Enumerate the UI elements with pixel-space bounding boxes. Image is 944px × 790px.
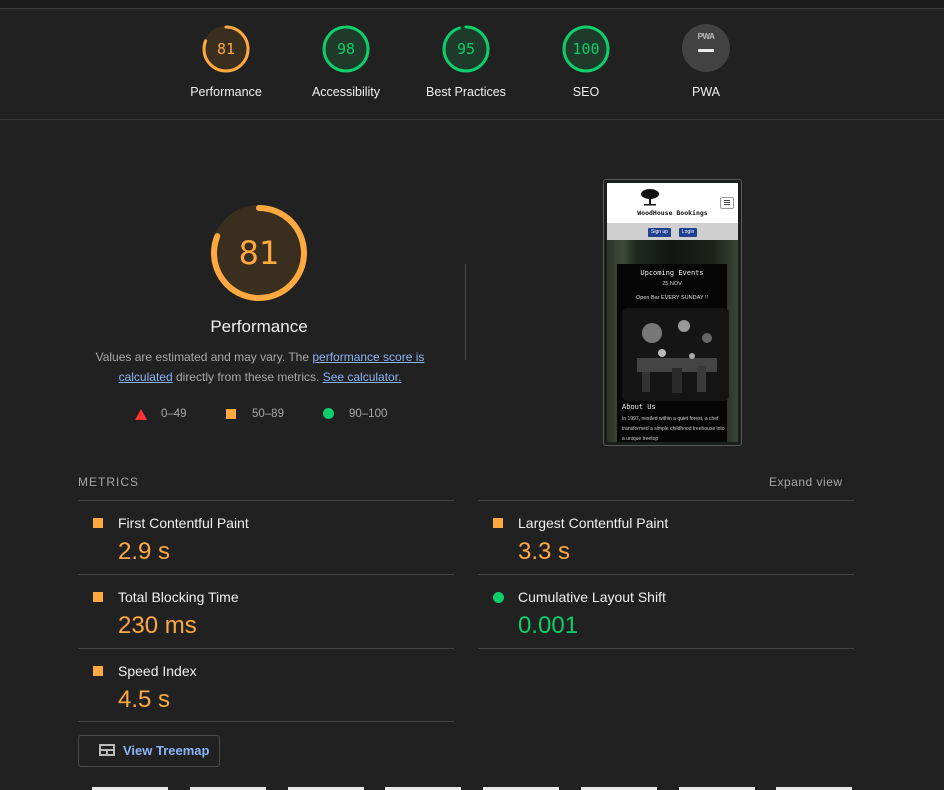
expand-view-button[interactable]: Expand view bbox=[769, 475, 843, 489]
legend-label: 50–89 bbox=[252, 408, 284, 420]
gauge-score: 95 bbox=[456, 40, 476, 58]
average-square-icon bbox=[93, 592, 103, 602]
metric-value: 3.3 s bbox=[518, 538, 571, 565]
site-header: WoodHouse Bookings bbox=[607, 183, 738, 223]
metric-value: 4.5 s bbox=[118, 686, 171, 713]
gauge-pwa[interactable]: PWA PWA bbox=[646, 24, 766, 99]
bar-photo bbox=[622, 308, 729, 401]
gauge-ring: 98 bbox=[321, 24, 371, 74]
treemap-icon bbox=[99, 744, 115, 756]
metric-value: 2.9 s bbox=[118, 538, 171, 565]
vertical-divider bbox=[465, 264, 466, 360]
site-title: WoodHouse Bookings bbox=[637, 209, 708, 217]
event-name: Open Bar EVERY SUNDAY !! bbox=[635, 295, 709, 301]
average-square-icon bbox=[93, 518, 103, 528]
performance-score: 81 bbox=[238, 234, 280, 272]
pwa-dash-icon bbox=[698, 49, 714, 52]
average-square-icon bbox=[93, 666, 103, 676]
metric-lcp: Largest Contentful Paint 3.3 s bbox=[478, 501, 854, 575]
signup-button: Sign up bbox=[648, 228, 671, 237]
desc-text: Values are estimated and may vary. The bbox=[95, 350, 313, 364]
metrics-rule bbox=[78, 721, 454, 722]
gauge-label: Best Practices bbox=[426, 85, 506, 99]
section-divider bbox=[0, 119, 944, 120]
events-card: Upcoming Events 25 NOV Open Bar EVERY SU… bbox=[617, 264, 729, 442]
metric-value: 230 ms bbox=[118, 612, 197, 639]
view-treemap-button[interactable]: View Treemap bbox=[78, 735, 220, 767]
gauge-ring: 95 bbox=[441, 24, 491, 74]
gauge-ring: 81 bbox=[201, 24, 251, 74]
event-date: 25 NOV bbox=[662, 281, 682, 287]
metrics-header: METRICS bbox=[78, 475, 139, 489]
triangle-icon bbox=[135, 409, 147, 420]
metric-title: Total Blocking Time bbox=[118, 589, 239, 605]
pass-circle-icon bbox=[493, 592, 504, 603]
metric-title: Speed Index bbox=[118, 663, 197, 679]
performance-title: Performance bbox=[210, 317, 308, 336]
metric-fcp: First Contentful Paint 2.9 s bbox=[78, 501, 454, 575]
gauge-performance[interactable]: 81 Performance bbox=[166, 24, 286, 99]
tree-logo-icon bbox=[641, 189, 659, 206]
metrics-rule bbox=[478, 648, 854, 649]
gauge-best-practices[interactable]: 95 Best Practices bbox=[406, 24, 526, 99]
desc-text: directly from these metrics. bbox=[172, 370, 323, 384]
gauge-score: 81 bbox=[216, 40, 236, 58]
final-screenshot[interactable]: WoodHouse Bookings Sign up Login Upcomin… bbox=[603, 179, 742, 446]
hamburger-icon bbox=[720, 197, 734, 209]
category-gauges: 81 Performance 98 Accessibility 95 Best … bbox=[0, 24, 944, 114]
bar-photo-image bbox=[622, 308, 729, 401]
metric-speed-index: Speed Index 4.5 s bbox=[78, 649, 454, 723]
metric-title: First Contentful Paint bbox=[118, 515, 249, 531]
metric-title: Cumulative Layout Shift bbox=[518, 589, 666, 605]
circle-icon bbox=[323, 408, 334, 419]
gauge-label: Performance bbox=[190, 85, 262, 99]
legend-label: 0–49 bbox=[161, 408, 187, 420]
average-square-icon bbox=[493, 518, 503, 528]
gauge-accessibility[interactable]: 98 Accessibility bbox=[286, 24, 406, 99]
gauge-seo[interactable]: 100 SEO bbox=[526, 24, 646, 99]
auth-bar: Sign up Login bbox=[607, 223, 738, 240]
gauge-ring: 100 bbox=[561, 24, 611, 74]
gauge-score: 100 bbox=[572, 40, 600, 58]
about-heading: About Us bbox=[622, 403, 656, 411]
performance-gauge-large: 81 bbox=[207, 201, 311, 305]
top-rule bbox=[0, 8, 944, 9]
metric-tbt: Total Blocking Time 230 ms bbox=[78, 575, 454, 649]
square-icon bbox=[226, 409, 236, 419]
pwa-badge-text: PWA bbox=[697, 32, 715, 41]
treemap-label: View Treemap bbox=[123, 743, 210, 758]
top-bar bbox=[0, 0, 944, 8]
metric-value: 0.001 bbox=[518, 612, 579, 639]
login-button: Login bbox=[679, 228, 698, 237]
legend-label: 90–100 bbox=[349, 408, 388, 420]
about-text: In 1997, nestled within a quiet forest, … bbox=[622, 416, 725, 442]
gauge-label: SEO bbox=[572, 85, 600, 99]
gauge-label: PWA bbox=[691, 85, 720, 99]
metric-title: Largest Contentful Paint bbox=[518, 515, 669, 531]
metric-cls: Cumulative Layout Shift 0.001 bbox=[478, 575, 854, 649]
gauge-label: Accessibility bbox=[311, 85, 381, 99]
gauge-score: 98 bbox=[336, 40, 356, 58]
performance-description: Values are estimated and may vary. The p… bbox=[80, 347, 440, 387]
pwa-badge-icon: PWA bbox=[682, 24, 730, 72]
events-heading: Upcoming Events bbox=[640, 269, 704, 277]
see-calculator-link[interactable]: See calculator. bbox=[323, 370, 402, 384]
